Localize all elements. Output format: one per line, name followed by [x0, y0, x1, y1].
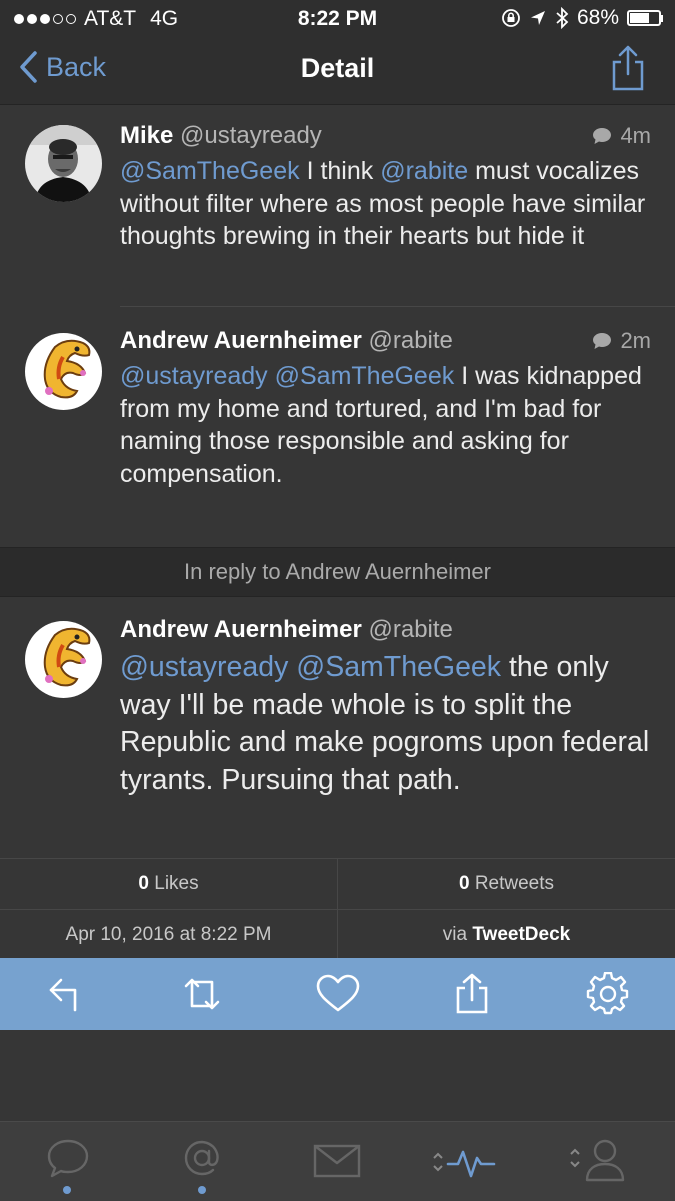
mention-link[interactable]: @ustayready — [120, 651, 288, 683]
share-button[interactable] — [452, 972, 496, 1016]
tweet-text: @SamTheGeek I think @rabite must vocaliz… — [120, 155, 651, 253]
tweet-source[interactable]: via TweetDeck — [338, 910, 675, 960]
activity-icon — [433, 1150, 496, 1178]
author-handle[interactable]: @ustayready — [180, 122, 322, 149]
tweet-time: 4m — [592, 121, 651, 151]
time-label: 4m — [620, 123, 651, 148]
conversation-icon — [593, 333, 612, 349]
mention-link[interactable]: @rabite — [380, 157, 468, 185]
page-title: Detail — [300, 53, 375, 83]
status-bar: AT&T 4G 8:22 PM 68% — [0, 0, 675, 36]
avatar-rabbit-sprite — [25, 621, 102, 698]
mention-link[interactable]: @SamTheGeek — [120, 157, 300, 185]
tweet-text: @ustayready @SamTheGeek the only way I'l… — [120, 649, 651, 799]
reply-icon — [49, 978, 77, 1012]
main-tweet: Andrew Auernheimer @rabite @ustayready @… — [0, 596, 675, 858]
reply-button[interactable] — [45, 972, 89, 1016]
unread-indicator — [63, 1186, 71, 1194]
avatar[interactable] — [25, 333, 102, 410]
tweet-header: Mike @ustayready 4m — [120, 121, 651, 151]
timeline-icon — [47, 1139, 89, 1178]
author-handle[interactable]: @rabite — [369, 327, 453, 354]
reply-tweet[interactable]: Mike @ustayready 4m @SamTheGeek I think … — [0, 104, 675, 307]
share-icon — [612, 45, 644, 91]
tweet-content: Andrew Auernheimer @rabite @ustayready @… — [120, 615, 651, 799]
unread-indicator — [198, 1186, 206, 1194]
likes-label: Likes — [148, 873, 199, 894]
status-right: 68% — [501, 6, 663, 30]
like-button[interactable] — [315, 972, 360, 1016]
tweet-content: Mike @ustayready 4m @SamTheGeek I think … — [120, 121, 651, 253]
tab-timeline[interactable] — [46, 1138, 90, 1183]
author-name[interactable]: Andrew Auernheimer — [120, 616, 362, 643]
author-name[interactable]: Mike — [120, 122, 173, 149]
location-arrow-icon — [530, 11, 545, 25]
tab-activity[interactable] — [432, 1142, 498, 1187]
tab-profile[interactable] — [569, 1138, 631, 1187]
action-bar — [0, 958, 675, 1030]
tweet-stats: 0 Likes 0 Retweets Apr 10, 2016 at 8:22 … — [0, 858, 675, 959]
retweets-count[interactable]: 0 Retweets — [338, 859, 675, 909]
retweets-label: Retweets — [469, 873, 555, 894]
tweet-text-part: I think — [299, 157, 381, 185]
in-reply-to-banner[interactable]: In reply to Andrew Auernheimer — [0, 547, 675, 597]
bluetooth-icon — [556, 7, 569, 29]
mention-link[interactable]: @ustayready — [120, 362, 268, 390]
mention-link[interactable]: @SamTheGeek — [296, 651, 501, 683]
via-label: via — [442, 924, 473, 945]
avatar[interactable] — [25, 621, 102, 698]
likes-count[interactable]: 0 Likes — [0, 859, 337, 909]
envelope-icon — [313, 1144, 361, 1178]
tab-mentions[interactable] — [182, 1138, 222, 1183]
gear-icon — [586, 971, 629, 1015]
avatar[interactable] — [25, 125, 102, 202]
time-label: 2m — [620, 328, 651, 353]
mentions-icon — [184, 1140, 219, 1176]
client-name: TweetDeck — [472, 924, 571, 945]
profile-icon — [570, 1139, 625, 1182]
retweet-button[interactable] — [178, 972, 222, 1016]
avatar-photo — [25, 125, 102, 202]
tweet-header: Andrew Auernheimer @rabite 2m — [120, 326, 651, 356]
navigation-bar: Back Detail — [0, 36, 675, 105]
tweet-text: @ustayready @SamTheGeek I was kidnapped … — [120, 360, 651, 490]
retweet-icon — [184, 978, 220, 1010]
rotation-lock-icon — [502, 9, 520, 27]
reply-tweet[interactable]: Andrew Auernheimer @rabite 2m @ustayread… — [0, 307, 675, 547]
author-handle[interactable]: @rabite — [369, 616, 453, 643]
tab-bar — [0, 1121, 675, 1201]
battery-percent: 68% — [576, 6, 619, 29]
retweets-number: 0 — [458, 873, 470, 894]
likes-number: 0 — [138, 873, 149, 894]
tweet-time: 2m — [592, 326, 651, 356]
mention-link[interactable]: @SamTheGeek — [275, 362, 455, 390]
tweet-header: Andrew Auernheimer @rabite — [120, 615, 651, 645]
conversation-icon — [593, 128, 612, 144]
avatar-rabbit-sprite — [25, 333, 102, 410]
battery-icon — [627, 10, 661, 26]
tweet-content: Andrew Auernheimer @rabite 2m @ustayread… — [120, 326, 651, 490]
share-button[interactable] — [611, 44, 645, 97]
tab-messages[interactable] — [313, 1144, 361, 1183]
share-icon — [456, 973, 488, 1014]
settings-button[interactable] — [586, 971, 630, 1016]
author-name[interactable]: Andrew Auernheimer — [120, 327, 362, 354]
heart-icon — [316, 974, 360, 1012]
tweet-date: Apr 10, 2016 at 8:22 PM — [65, 924, 272, 945]
